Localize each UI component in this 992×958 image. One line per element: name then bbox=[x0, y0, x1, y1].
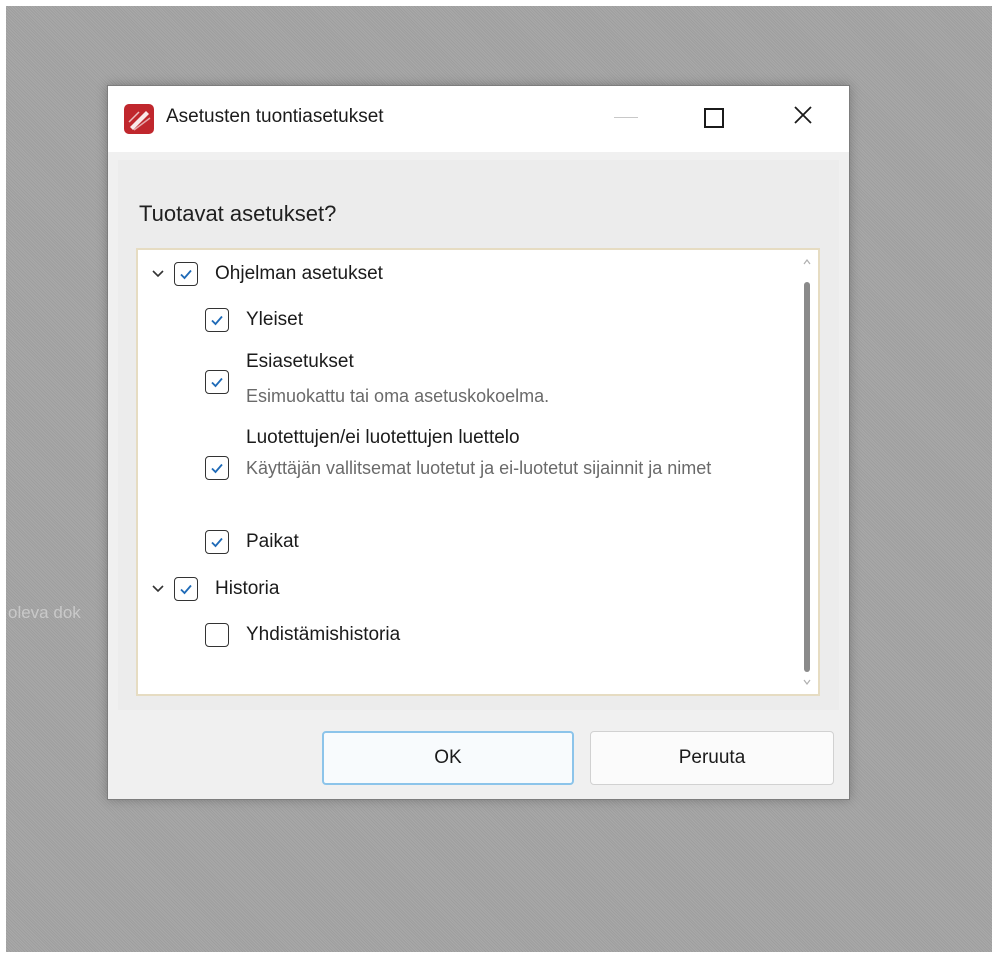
checkbox-merge-history[interactable] bbox=[205, 623, 229, 647]
checkbox-presets[interactable] bbox=[205, 370, 229, 394]
maximize-icon[interactable] bbox=[688, 86, 748, 146]
checkbox-program-settings[interactable] bbox=[174, 262, 198, 286]
checkmark-icon bbox=[211, 377, 223, 388]
title-bar[interactable]: Asetusten tuontiasetukset bbox=[108, 86, 849, 152]
checkbox-general[interactable] bbox=[205, 308, 229, 332]
pdf-app-icon bbox=[124, 104, 154, 134]
checkbox-places[interactable] bbox=[205, 530, 229, 554]
chevron-down-icon[interactable] bbox=[150, 581, 166, 597]
checkmark-icon bbox=[211, 537, 223, 548]
ok-button[interactable]: OK bbox=[322, 731, 574, 785]
tree-item-label: Ohjelman asetukset bbox=[215, 263, 383, 284]
checkbox-history[interactable] bbox=[174, 577, 198, 601]
tree-item-label: Yleiset bbox=[246, 309, 304, 330]
tree-item-label: Historia bbox=[215, 578, 280, 599]
chevron-down-icon[interactable] bbox=[803, 678, 811, 686]
checkmark-icon bbox=[211, 315, 223, 326]
checkmark-icon bbox=[211, 463, 223, 474]
checkmark-icon bbox=[180, 269, 192, 280]
settings-tree[interactable]: Ohjelman asetukset Yleiset Esiasetukset … bbox=[136, 248, 820, 696]
content-panel: Tuotavat asetukset? Ohjelman asetukset Y… bbox=[118, 160, 839, 710]
dialog-title: Asetusten tuontiasetukset bbox=[166, 106, 384, 127]
tree-item-label: Luotettujen/ei luotettujen luettelo bbox=[246, 427, 520, 448]
question-label: Tuotavat asetukset? bbox=[139, 201, 337, 226]
chevron-down-icon[interactable] bbox=[150, 266, 166, 282]
cancel-button[interactable]: Peruuta bbox=[590, 731, 834, 785]
tree-item-label: Paikat bbox=[246, 531, 299, 552]
minimize-icon[interactable] bbox=[598, 86, 658, 146]
chevron-up-icon[interactable] bbox=[803, 258, 811, 266]
tree-scrollbar[interactable] bbox=[800, 256, 814, 688]
close-icon[interactable] bbox=[772, 86, 832, 146]
tree-item-description: Käyttäjän vallitsemat luotetut ja ei-luo… bbox=[246, 458, 712, 478]
tree-item-label: Esiasetukset bbox=[246, 351, 354, 372]
tree-item-label: Yhdistämishistoria bbox=[246, 624, 401, 645]
tree-item-description: Esimuokattu tai oma asetuskokoelma. bbox=[246, 386, 550, 406]
checkbox-trusted-list[interactable] bbox=[205, 456, 229, 480]
background-text-fragment: oleva dok bbox=[8, 603, 81, 622]
import-settings-dialog: Asetusten tuontiasetukset Tuotavat asetu… bbox=[107, 85, 850, 800]
checkmark-icon bbox=[180, 584, 192, 595]
scrollbar-thumb[interactable] bbox=[804, 282, 810, 672]
